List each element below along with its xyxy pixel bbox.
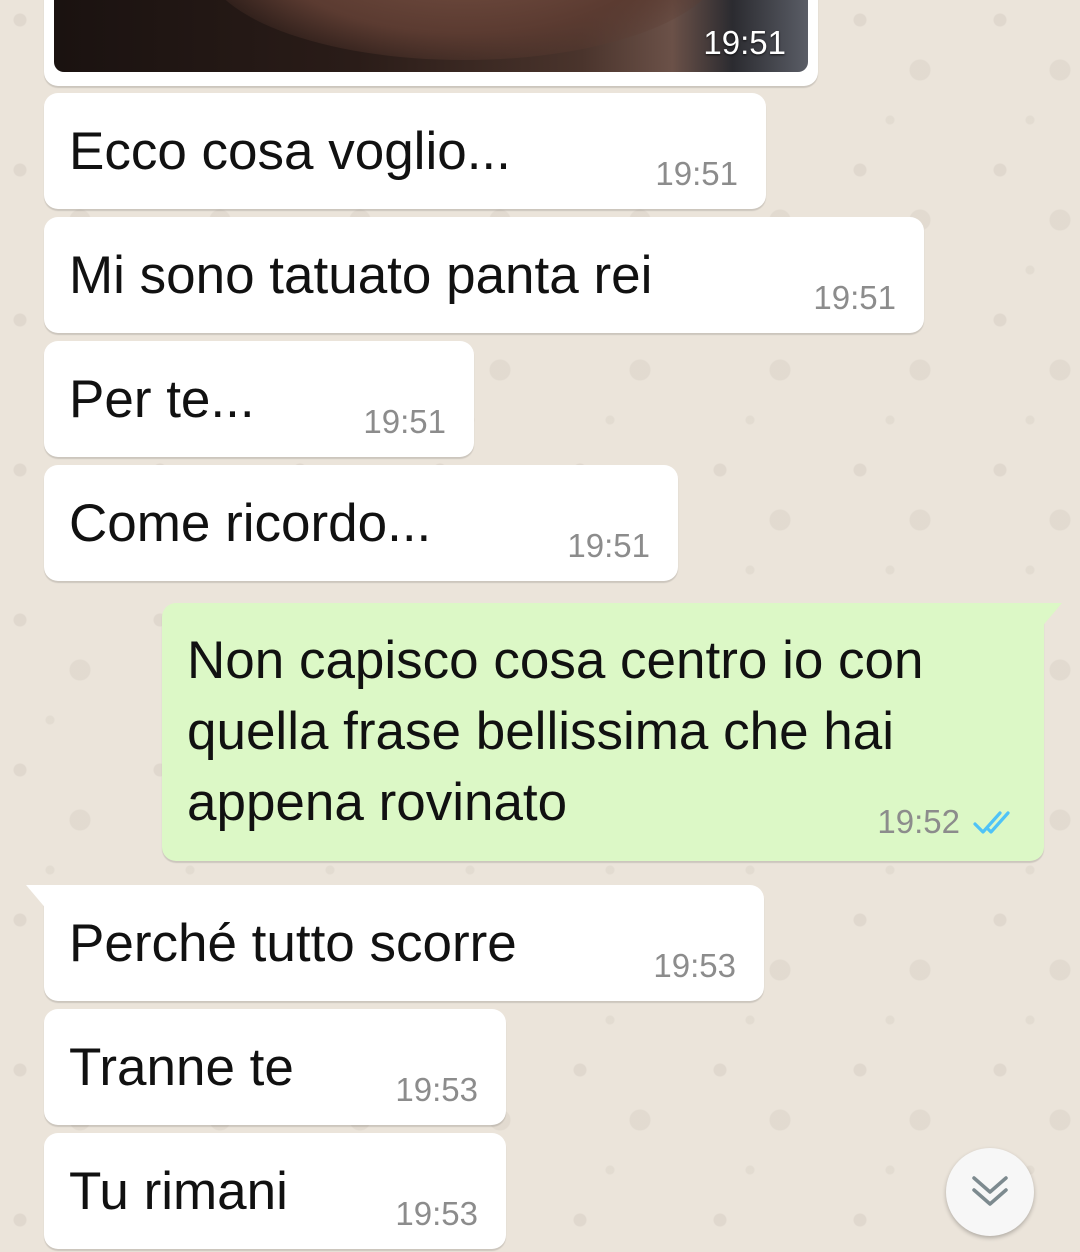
image-preview[interactable]: [54, 0, 808, 72]
bubble-tail: [26, 885, 48, 911]
message-time: 19:51: [567, 527, 650, 564]
bubble-tail: [1040, 603, 1062, 629]
message-text: Come ricordo...: [69, 494, 432, 553]
incoming-message[interactable]: Per te... 19:51: [44, 341, 474, 457]
message-time: 19:53: [653, 947, 736, 984]
message-text: Perché tutto scorre: [69, 914, 517, 973]
message-text: Tranne te: [69, 1038, 294, 1097]
message-time: 19:53: [395, 1195, 478, 1232]
message-time: 19:53: [395, 1071, 478, 1108]
double-chevron-down-icon: [972, 1176, 1008, 1206]
incoming-message[interactable]: Come ricordo... 19:51: [44, 465, 678, 581]
outgoing-message[interactable]: Non capisco cosa centro io con quella fr…: [162, 603, 1062, 861]
scroll-to-bottom-button[interactable]: [946, 1148, 1034, 1236]
message-text: Mi sono tatuato panta rei: [69, 246, 653, 305]
message-time: 19:51: [655, 155, 738, 192]
message-text: Tu rimani: [69, 1162, 288, 1221]
incoming-message[interactable]: Tranne te 19:53: [44, 1009, 506, 1125]
image-message[interactable]: 19:51: [44, 0, 818, 86]
message-text: Per te...: [69, 370, 255, 429]
double-check-icon: [973, 811, 1010, 834]
message-time: 19:52: [877, 803, 960, 840]
message-time: 19:51: [813, 279, 896, 316]
message-time: 19:51: [703, 24, 786, 61]
incoming-message[interactable]: Mi sono tatuato panta rei 19:51: [44, 217, 924, 333]
incoming-message[interactable]: Perché tutto scorre 19:53: [26, 885, 764, 1001]
incoming-message[interactable]: Tu rimani 19:53: [44, 1133, 506, 1249]
message-text: Ecco cosa voglio...: [69, 122, 511, 181]
message-time: 19:51: [363, 403, 446, 440]
incoming-message[interactable]: Ecco cosa voglio... 19:51: [44, 93, 766, 209]
